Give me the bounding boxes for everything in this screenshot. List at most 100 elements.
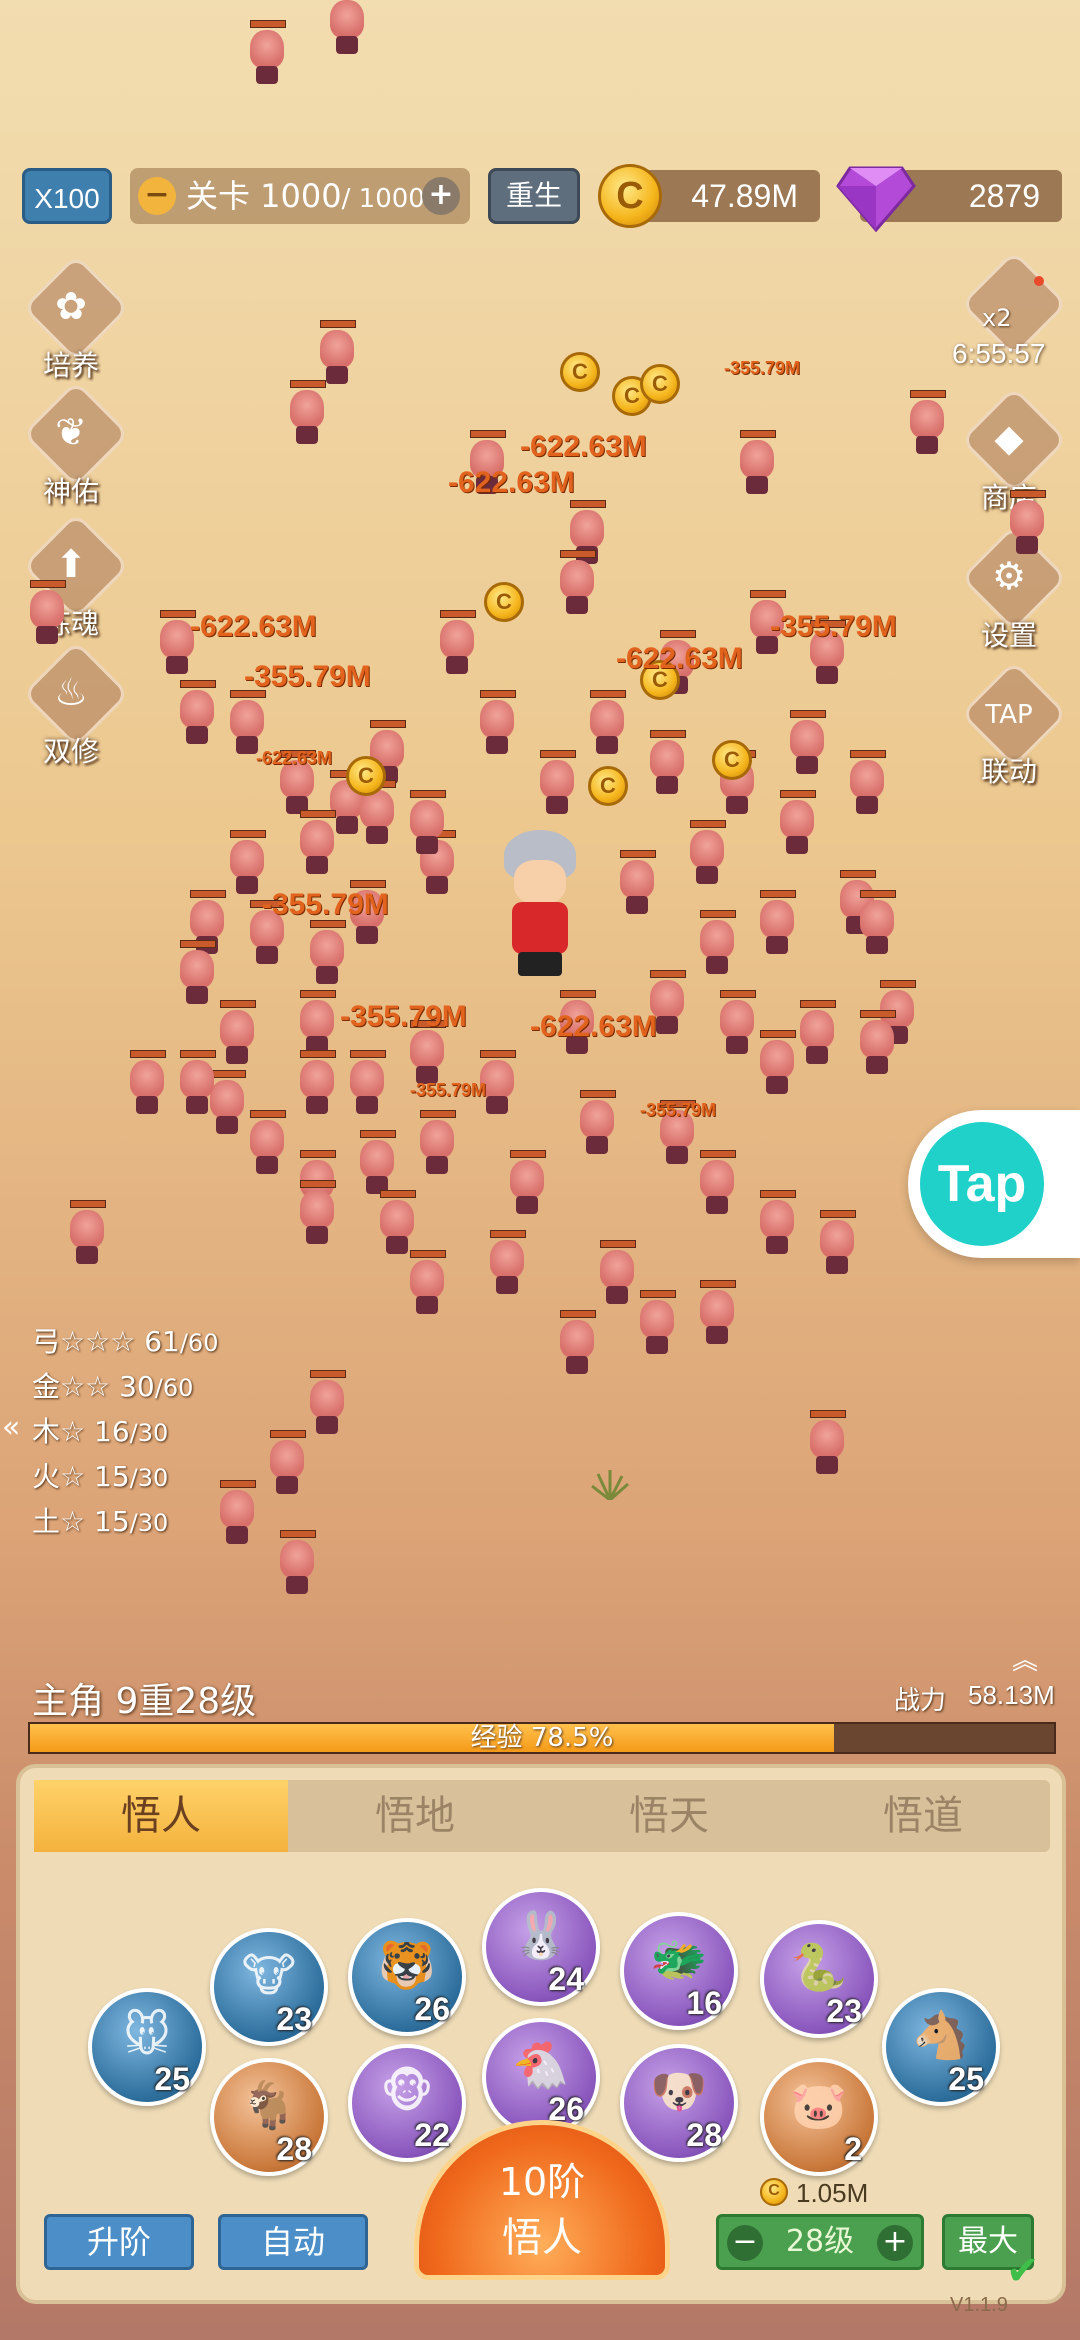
clover-icon: ✿ [55,284,87,328]
gold-value: 47.89M [691,178,798,214]
enemy-monster [230,700,264,754]
enemy-monster [410,1030,444,1084]
enemy-hp-bar [300,990,336,998]
auto-button[interactable]: 自动 [218,2214,368,2270]
enemy-hp-bar [880,980,916,988]
zodiac-level: 23 [826,1993,862,2029]
dropped-coin-icon: C [484,582,524,622]
element-wood: 木☆ 16/30 [32,1415,169,1448]
enemy-monster [860,900,894,954]
rooster-icon: 🐔 [512,2038,570,2092]
taptap-float-button[interactable]: Tap [908,1110,1080,1258]
enemy-monster [270,1440,304,1494]
enemy-monster [440,620,474,674]
collapse-arrow-icon[interactable]: « [2,1410,20,1445]
hero-legs [518,952,562,976]
element-bow: 弓☆☆☆ 61/60 [32,1325,219,1358]
enemy-hp-bar [440,610,476,618]
level-stepper: − 28级 + [716,2214,924,2270]
zodiac-dragon-button[interactable]: 🐲 16 [620,1912,738,2030]
tab-wuren[interactable]: 悟人 [34,1780,288,1852]
enemy-hp-bar [180,940,216,948]
enemy-monster [760,1040,794,1094]
zodiac-snake-button[interactable]: 🐍 23 [760,1920,878,2038]
settings-label: 设置 [980,619,1037,652]
enemy-monster [640,1300,674,1354]
stage-plus-button[interactable]: + [422,177,460,215]
damage-number: -355.79M [724,358,801,378]
enemy-hp-bar [490,1230,526,1238]
shop-button[interactable]: ◆ 商店 [954,386,1068,532]
dropped-coin-icon: C [712,740,752,780]
zodiac-pig-button[interactable]: 🐷 2 [760,2058,878,2176]
enemy-hp-bar [480,690,516,698]
soul-refine-button[interactable]: ⬆ 炼魂 [16,512,130,658]
damage-number: -355.79M [340,1000,467,1033]
enemy-hp-bar [410,1250,446,1258]
enemy-monster [720,1000,754,1054]
damage-number: -355.79M [244,660,371,693]
enemy-monster [690,830,724,884]
diamond-icon: ◆ [994,416,1024,460]
enemy-hp-bar [580,1090,616,1098]
zodiac-level: 24 [548,1961,584,1997]
zodiac-rabbit-button[interactable]: 🐰 24 [482,1888,600,2006]
tab-wutian[interactable]: 悟天 [542,1780,796,1852]
enemy-monster [790,720,824,774]
enemy-hp-bar [750,590,786,598]
enemy-monster [510,1160,544,1214]
enemy-hp-bar [300,810,336,818]
zodiac-rat-button[interactable]: 🐭 25 [88,1988,206,2106]
element-earth: 土☆ 15/30 [32,1505,169,1538]
zodiac-monkey-button[interactable]: 🐵 22 [348,2044,466,2162]
enemy-hp-bar [300,1180,336,1188]
cultivate-button[interactable]: ✿ 培养 [16,254,130,400]
link-label: 联动 [980,755,1037,788]
enemy-hp-bar [310,1370,346,1378]
enemy-monster [860,1020,894,1074]
link-button[interactable]: TAP 联动 [954,660,1068,806]
enemy-hp-bar [860,890,896,898]
tab-wudi[interactable]: 悟地 [288,1780,542,1852]
speed-multiplier-button[interactable]: X100 [22,168,112,224]
expand-chevron-icon[interactable]: ︽ [1012,1640,1038,1677]
tier-name: 悟人 [502,2215,582,2261]
blessing-button[interactable]: ❦ 神佑 [16,380,130,526]
hero-face [514,860,566,904]
enemy-hp-bar [360,1130,396,1138]
zodiac-ox-button[interactable]: 🐮 23 [210,1928,328,2046]
taptap-icon: TAP [985,700,1033,730]
taptap-label: Tap [920,1122,1044,1246]
dual-cultivation-button[interactable]: ♨ 双修 [16,640,130,786]
tiger-icon: 🐯 [378,1938,436,1992]
zodiac-goat-button[interactable]: 🐐 28 [210,2058,328,2176]
enemy-hp-bar [270,1430,306,1438]
zodiac-rooster-button[interactable]: 🐔 26 [482,2018,600,2136]
rebirth-button[interactable]: 重生 [488,168,580,224]
settings-button[interactable]: ⚙ 设置 [954,524,1068,670]
enemy-hp-bar [1010,490,1046,498]
zodiac-dog-button[interactable]: 🐶 28 [620,2044,738,2162]
enemy-monster [380,1200,414,1254]
zodiac-level: 16 [686,1985,722,2021]
dragon-icon: 🐲 [650,1932,708,1986]
enemy-hp-bar [590,690,626,698]
enemy-monster [570,510,604,564]
exp-label: 经验 78.5% [470,1723,614,1753]
enemy-monster [220,1010,254,1064]
advance-button[interactable]: 升阶 [44,2214,194,2270]
version-label: V1.1.9 [950,2294,1008,2316]
enemy-monster [360,1140,394,1194]
enemy-monster [160,620,194,674]
damage-number: -355.79M [770,610,897,643]
stage-minus-button[interactable]: − [138,177,176,215]
tab-wudao[interactable]: 悟道 [796,1780,1050,1852]
damage-number: -355.79M [640,1100,717,1120]
zodiac-horse-button[interactable]: 🐴 25 [882,1988,1000,2106]
level-plus-button[interactable]: + [877,2225,913,2261]
hero-body [512,902,568,954]
enemy-hp-bar [350,880,386,888]
enemy-hp-bar [720,990,756,998]
zodiac-tiger-button[interactable]: 🐯 26 [348,1918,466,2036]
enemy-hp-bar [300,1050,336,1058]
